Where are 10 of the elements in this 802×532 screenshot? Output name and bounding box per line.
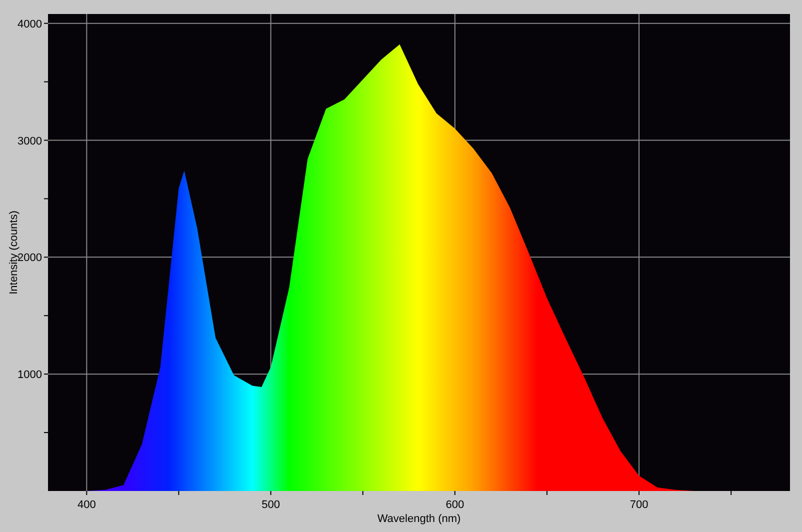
y-tick-label: 1000 (18, 369, 42, 382)
x-tick-label: 600 (446, 499, 464, 511)
y-tick-label: 4000 (18, 18, 42, 30)
x-tick-label: 700 (630, 499, 648, 511)
y-tick-label: 2000 (18, 252, 42, 264)
y-tick-label: 3000 (18, 135, 42, 148)
y-axis-title: Intensity (counts) (8, 210, 20, 294)
x-axis-title: Wavelength (nm) (377, 513, 461, 525)
x-tick-label: 400 (77, 499, 96, 511)
x-tick-label: 500 (262, 499, 280, 511)
